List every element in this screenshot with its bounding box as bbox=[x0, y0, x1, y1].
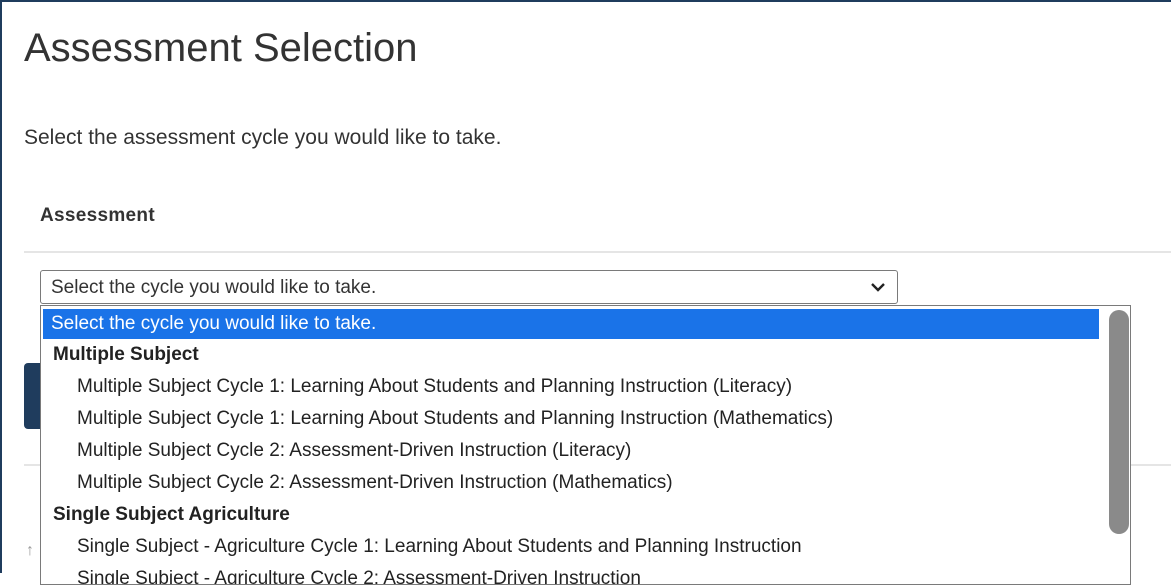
divider-right bbox=[1131, 464, 1171, 466]
optgroup-single-subject-agriculture: Single Subject Agriculture bbox=[53, 504, 290, 525]
chevron-down-icon bbox=[871, 283, 885, 292]
assessment-label: Assessment bbox=[40, 205, 155, 226]
option-ag-cycle2[interactable]: Single Subject - Agriculture Cycle 2: As… bbox=[77, 563, 641, 584]
option-ms-cycle2-literacy[interactable]: Multiple Subject Cycle 2: Assessment-Dri… bbox=[77, 435, 631, 467]
option-placeholder[interactable]: Select the cycle you would like to take. bbox=[43, 309, 1099, 339]
divider-left bbox=[24, 464, 40, 466]
assessment-select[interactable]: Select the cycle you would like to take. bbox=[40, 270, 898, 304]
option-ms-cycle1-math[interactable]: Multiple Subject Cycle 1: Learning About… bbox=[77, 403, 833, 435]
dropdown-scrollbar[interactable] bbox=[1100, 306, 1130, 584]
section-divider bbox=[24, 251, 1171, 253]
select-value: Select the cycle you would like to take. bbox=[51, 277, 377, 298]
instruction-text: Select the assessment cycle you would li… bbox=[24, 126, 502, 149]
assessment-dropdown-list[interactable]: Select the cycle you would like to take.… bbox=[40, 305, 1131, 585]
option-ms-cycle2-math[interactable]: Multiple Subject Cycle 2: Assessment-Dri… bbox=[77, 467, 673, 499]
optgroup-multiple-subject: Multiple Subject bbox=[53, 344, 199, 365]
option-ms-cycle1-literacy[interactable]: Multiple Subject Cycle 1: Learning About… bbox=[77, 371, 792, 403]
arrow-up-icon: ↑ bbox=[26, 542, 34, 559]
scrollbar-thumb[interactable] bbox=[1109, 310, 1129, 534]
option-ag-cycle1[interactable]: Single Subject - Agriculture Cycle 1: Le… bbox=[77, 531, 802, 563]
page-title: Assessment Selection bbox=[24, 26, 418, 70]
